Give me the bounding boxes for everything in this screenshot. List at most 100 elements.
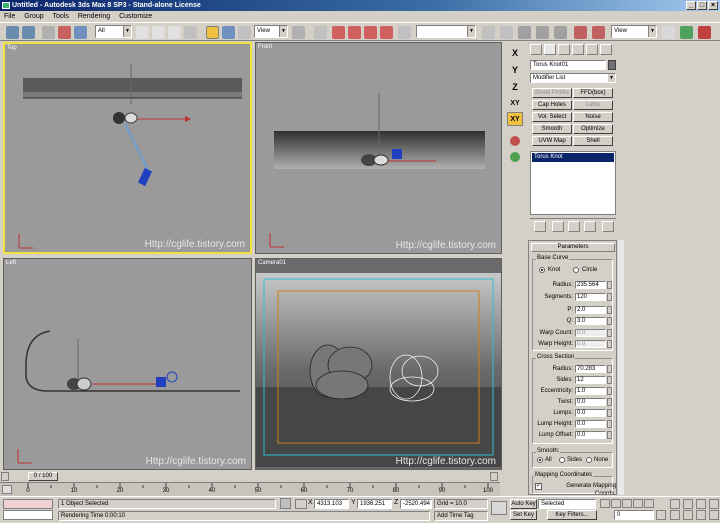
lock-selection-icon[interactable] bbox=[280, 498, 291, 509]
active-shade-icon[interactable] bbox=[698, 26, 711, 39]
undo-icon[interactable] bbox=[6, 26, 19, 39]
eccentricity-spinner[interactable] bbox=[607, 387, 612, 395]
knot-radio[interactable] bbox=[539, 267, 545, 273]
constrain-y-button[interactable]: Y bbox=[507, 63, 523, 77]
viewport-top[interactable]: Top Http://cglife.tistory.com bbox=[3, 42, 252, 254]
smooth-sides-radio[interactable] bbox=[559, 457, 565, 463]
z-coordinate-field[interactable]: -2520.494 bbox=[400, 499, 432, 509]
show-end-result-icon[interactable] bbox=[552, 221, 564, 232]
auto-key-button[interactable]: Auto Key bbox=[510, 499, 537, 509]
lump-height-field[interactable]: 0.0 bbox=[575, 420, 606, 428]
set-key-button[interactable]: Set Key bbox=[510, 510, 537, 520]
warp-height-spinner[interactable] bbox=[607, 340, 612, 348]
field-of-view-icon[interactable] bbox=[670, 510, 680, 520]
rotate-icon[interactable] bbox=[222, 26, 235, 39]
generate-mapping-checkbox[interactable]: ✓ bbox=[535, 483, 542, 490]
isolate-icon[interactable] bbox=[510, 136, 520, 146]
time-slider-thumb[interactable]: 0 / 100 bbox=[28, 472, 58, 481]
time-config-icon[interactable] bbox=[656, 510, 666, 520]
maxscript-input[interactable] bbox=[3, 510, 53, 520]
schematic-view-icon[interactable] bbox=[554, 26, 567, 39]
go-to-start-icon[interactable] bbox=[600, 499, 610, 508]
redo-icon[interactable] bbox=[22, 26, 35, 39]
rectangular-selection-icon[interactable] bbox=[168, 26, 181, 39]
display-tab-icon[interactable] bbox=[586, 44, 598, 55]
smooth-all-radio[interactable] bbox=[537, 457, 543, 463]
snaps-toggle-icon[interactable] bbox=[332, 26, 345, 39]
p-spinner[interactable] bbox=[607, 306, 612, 314]
absolute-mode-icon[interactable] bbox=[295, 499, 307, 509]
noise-button[interactable]: Noise bbox=[573, 112, 613, 122]
menu-customize[interactable]: Customize bbox=[119, 13, 152, 20]
edit-named-selections-icon[interactable] bbox=[398, 26, 411, 39]
track-bar[interactable]: 0 10 20 30 40 50 60 70 80 90 100 bbox=[0, 482, 500, 496]
twist-spinner[interactable] bbox=[607, 398, 612, 406]
lathe-button[interactable]: Lathe bbox=[573, 100, 613, 110]
maxscript-listener[interactable] bbox=[3, 499, 53, 509]
material-editor-icon[interactable] bbox=[574, 26, 587, 39]
smooth-none-radio[interactable] bbox=[586, 457, 592, 463]
make-unique-icon[interactable] bbox=[568, 221, 580, 232]
curve-editor-icon[interactable] bbox=[536, 26, 549, 39]
align-icon[interactable] bbox=[500, 26, 513, 39]
q-field[interactable]: 3.0 bbox=[575, 317, 606, 325]
lumps-spinner[interactable] bbox=[607, 409, 612, 417]
selection-filter-dropdown[interactable]: All ▼ bbox=[95, 25, 132, 38]
constrain-z-button[interactable]: Z bbox=[507, 80, 523, 94]
key-mode-dropdown[interactable]: Selected bbox=[538, 499, 596, 509]
time-prev-icon[interactable] bbox=[1, 472, 9, 481]
bind-space-warp-icon[interactable] bbox=[74, 26, 87, 39]
constrain-x-button[interactable]: X bbox=[507, 46, 523, 60]
orbit-icon[interactable] bbox=[696, 510, 706, 520]
shell-button[interactable]: Shell bbox=[573, 136, 613, 146]
current-frame-field[interactable]: 0 bbox=[614, 510, 654, 520]
parameters-header[interactable]: Parameters bbox=[531, 243, 615, 252]
maximize-viewport-icon[interactable] bbox=[709, 510, 719, 520]
twist-field[interactable]: 0.0 bbox=[575, 398, 606, 406]
segments-spinner[interactable] bbox=[607, 293, 612, 301]
viewport-front[interactable]: Front Http://cglife.tistory.com bbox=[255, 42, 502, 254]
pivot-center-icon[interactable] bbox=[292, 26, 305, 39]
menu-file[interactable]: File bbox=[4, 13, 15, 20]
zoom-extents-icon[interactable] bbox=[696, 499, 706, 509]
vol-select-button[interactable]: Vol. Select bbox=[532, 112, 572, 122]
warp-count-spinner[interactable] bbox=[607, 329, 612, 337]
menu-rendering[interactable]: Rendering bbox=[78, 13, 110, 20]
uvw-map-button[interactable]: UVW Map bbox=[532, 136, 572, 146]
quick-render-icon[interactable] bbox=[680, 26, 693, 39]
select-object-icon[interactable] bbox=[136, 26, 149, 39]
segments-field[interactable]: 120 bbox=[575, 293, 606, 301]
modifier-list-dropdown[interactable]: Modifier List ▼ bbox=[530, 73, 616, 83]
bevel-profile-button[interactable]: Bevel Profile bbox=[532, 88, 572, 98]
play-icon[interactable] bbox=[622, 499, 632, 508]
viewport-camera[interactable]: Camera01 Http://cglife.tistory.com bbox=[255, 258, 502, 470]
maximize-button[interactable]: □ bbox=[697, 1, 707, 10]
constrain-xy-button[interactable]: XY bbox=[507, 97, 523, 111]
display-icon[interactable] bbox=[510, 152, 520, 162]
y-coordinate-field[interactable]: 1936.251 bbox=[357, 499, 392, 509]
scale-icon[interactable] bbox=[238, 26, 251, 39]
motion-tab-icon[interactable] bbox=[572, 44, 584, 55]
lumps-field[interactable]: 0.0 bbox=[575, 409, 606, 417]
stack-item-torus-knot[interactable]: Torus Knot bbox=[532, 153, 614, 162]
render-scene-icon[interactable] bbox=[592, 26, 605, 39]
unlink-icon[interactable] bbox=[58, 26, 71, 39]
object-color-swatch[interactable] bbox=[608, 60, 616, 70]
layer-manager-icon[interactable] bbox=[518, 26, 531, 39]
cs-radius-field[interactable]: 70.283 bbox=[575, 365, 606, 373]
previous-frame-icon[interactable] bbox=[611, 499, 621, 508]
ffd-box-button[interactable]: FFD(box) bbox=[573, 88, 613, 98]
lump-offset-spinner[interactable] bbox=[607, 431, 612, 439]
add-time-tag[interactable]: Add Time Tag bbox=[434, 511, 488, 521]
key-filters-button[interactable]: Key Filters... bbox=[547, 510, 597, 520]
lump-offset-field[interactable]: 0.0 bbox=[575, 431, 606, 439]
render-region-icon[interactable] bbox=[662, 26, 675, 39]
select-by-name-icon[interactable] bbox=[152, 26, 165, 39]
warp-height-field[interactable]: 0.0 bbox=[575, 340, 606, 348]
key-icon[interactable] bbox=[491, 501, 507, 515]
time-next-icon[interactable] bbox=[490, 472, 498, 481]
zoom-all-icon[interactable] bbox=[683, 499, 693, 509]
close-button[interactable]: × bbox=[708, 1, 718, 10]
x-coordinate-field[interactable]: 4313.103 bbox=[314, 499, 349, 509]
utilities-tab-icon[interactable] bbox=[600, 44, 612, 55]
